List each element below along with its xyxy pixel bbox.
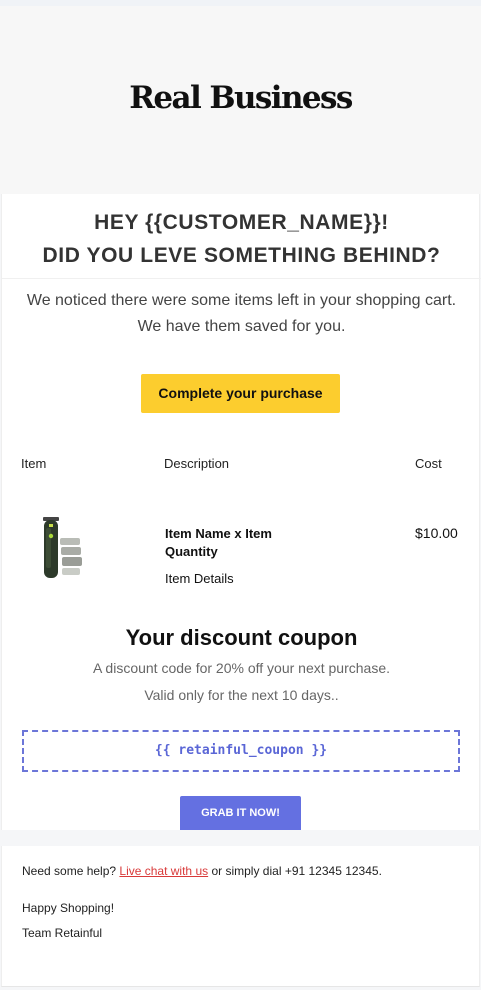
section-divider xyxy=(2,278,481,279)
brand-logo-text: Real Business xyxy=(129,80,353,116)
headline-question: DID YOU LEVE SOMETHING BEHIND? xyxy=(42,244,441,267)
email-footer: Need some help? Live chat with us or sim… xyxy=(1,846,480,987)
intro-text-line1: We noticed there were some items left in… xyxy=(26,292,457,309)
brand-logo: Real Business xyxy=(0,80,481,116)
column-header-cost: Cost xyxy=(415,456,442,471)
help-prefix: Need some help? xyxy=(22,864,120,878)
email-body: HEY {{CUSTOMER_NAME}}! DID YOU LEVE SOME… xyxy=(1,194,481,830)
intro-text-line2: We have them saved for you. xyxy=(137,318,346,335)
item-details: Item Details xyxy=(165,571,234,586)
signoff-team: Team Retainful xyxy=(22,926,103,940)
email-header: Real Business xyxy=(0,0,481,194)
complete-purchase-button[interactable]: Complete your purchase xyxy=(141,374,340,413)
help-text: Need some help? Live chat with us or sim… xyxy=(22,864,382,878)
trimmer-product-image[interactable] xyxy=(40,514,86,586)
grab-it-now-button[interactable]: GRAB IT NOW! xyxy=(180,796,301,830)
help-suffix: or simply dial +91 12345 12345. xyxy=(208,864,382,878)
coupon-validity: Valid only for the next 10 days.. xyxy=(144,687,339,703)
coupon-code-box[interactable]: {{ retainful_coupon }} xyxy=(22,730,460,772)
item-cost: $10.00 xyxy=(415,525,458,541)
coupon-title: Your discount coupon xyxy=(125,625,358,650)
column-header-description: Description xyxy=(164,456,230,471)
headline-greeting: HEY {{CUSTOMER_NAME}}! xyxy=(94,211,389,234)
live-chat-link[interactable]: Live chat with us xyxy=(119,864,208,878)
item-name: Item Name x Item Quantity xyxy=(165,526,272,559)
signoff-greeting: Happy Shopping! xyxy=(22,901,115,915)
column-header-item: Item xyxy=(21,456,47,471)
coupon-description: A discount code for 20% off your next pu… xyxy=(92,660,391,676)
